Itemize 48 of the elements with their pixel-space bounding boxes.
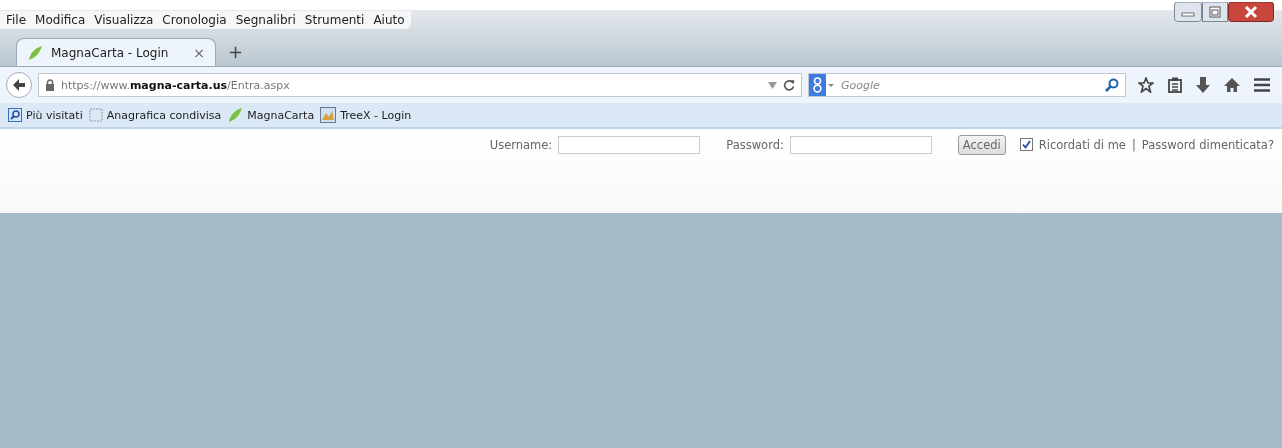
image-icon bbox=[320, 107, 337, 123]
reload-icon[interactable] bbox=[783, 79, 795, 91]
bookmark-item[interactable]: TreeX - Login bbox=[340, 108, 412, 122]
search-icon[interactable] bbox=[1105, 78, 1119, 92]
url-text: https://www.magna-carta.us/Entra.aspx bbox=[61, 78, 291, 92]
separator-text: | bbox=[1131, 138, 1136, 152]
magnifier-icon bbox=[8, 108, 22, 122]
menu-item[interactable]: Aiuto bbox=[373, 13, 405, 27]
tab-title: MagnaCarta - Login bbox=[51, 45, 170, 60]
username-label: Username: bbox=[489, 138, 553, 152]
dropdown-triangle-icon[interactable] bbox=[768, 81, 777, 89]
forgot-password-link[interactable]: Password dimenticata? bbox=[1141, 138, 1274, 152]
leaf-icon bbox=[227, 107, 244, 123]
password-label: Password: bbox=[726, 138, 784, 152]
new-tab-button[interactable]: + bbox=[220, 41, 252, 66]
remember-me-label[interactable]: Ricordati di me bbox=[1038, 138, 1126, 152]
menu-item[interactable]: File bbox=[6, 13, 27, 27]
star-icon[interactable] bbox=[1138, 77, 1154, 93]
minimize-button[interactable] bbox=[1174, 2, 1202, 22]
address-bar[interactable]: https://www.magna-carta.us/Entra.aspx bbox=[38, 73, 802, 97]
maximize-button[interactable] bbox=[1202, 2, 1228, 22]
blank-page-icon bbox=[88, 108, 103, 122]
menu-item[interactable]: Segnalibri bbox=[235, 13, 296, 27]
lock-icon bbox=[45, 79, 55, 91]
back-arrow-icon bbox=[12, 78, 26, 92]
bookmark-item[interactable]: MagnaCarta bbox=[247, 108, 315, 122]
google-badge-icon[interactable] bbox=[809, 74, 835, 96]
password-field[interactable] bbox=[789, 136, 932, 154]
home-icon[interactable] bbox=[1224, 77, 1240, 93]
leaf-icon bbox=[27, 44, 43, 61]
menu-item[interactable]: Modifica bbox=[35, 13, 86, 27]
search-bar[interactable]: Google bbox=[808, 73, 1126, 97]
bookmark-item[interactable]: Più visitati bbox=[26, 108, 83, 122]
menu-item[interactable]: Visualizza bbox=[94, 13, 154, 27]
download-icon[interactable] bbox=[1196, 77, 1210, 93]
username-field[interactable] bbox=[558, 136, 701, 154]
menu-item[interactable]: Cronologia bbox=[162, 13, 227, 27]
tab-close-button[interactable]: × bbox=[193, 44, 205, 61]
close-button[interactable] bbox=[1228, 2, 1274, 22]
back-button[interactable] bbox=[6, 72, 32, 98]
login-button[interactable]: Accedi bbox=[957, 135, 1006, 155]
menu-icon[interactable] bbox=[1254, 78, 1270, 92]
browser-tab[interactable]: MagnaCarta - Login × bbox=[16, 38, 216, 66]
clipboard-icon[interactable] bbox=[1168, 77, 1182, 93]
menu-item[interactable]: Strumenti bbox=[304, 13, 365, 27]
bookmark-item[interactable]: Anagrafica condivisa bbox=[106, 108, 222, 122]
checkbox[interactable] bbox=[1019, 138, 1033, 151]
search-field[interactable]: Google bbox=[839, 77, 1101, 93]
